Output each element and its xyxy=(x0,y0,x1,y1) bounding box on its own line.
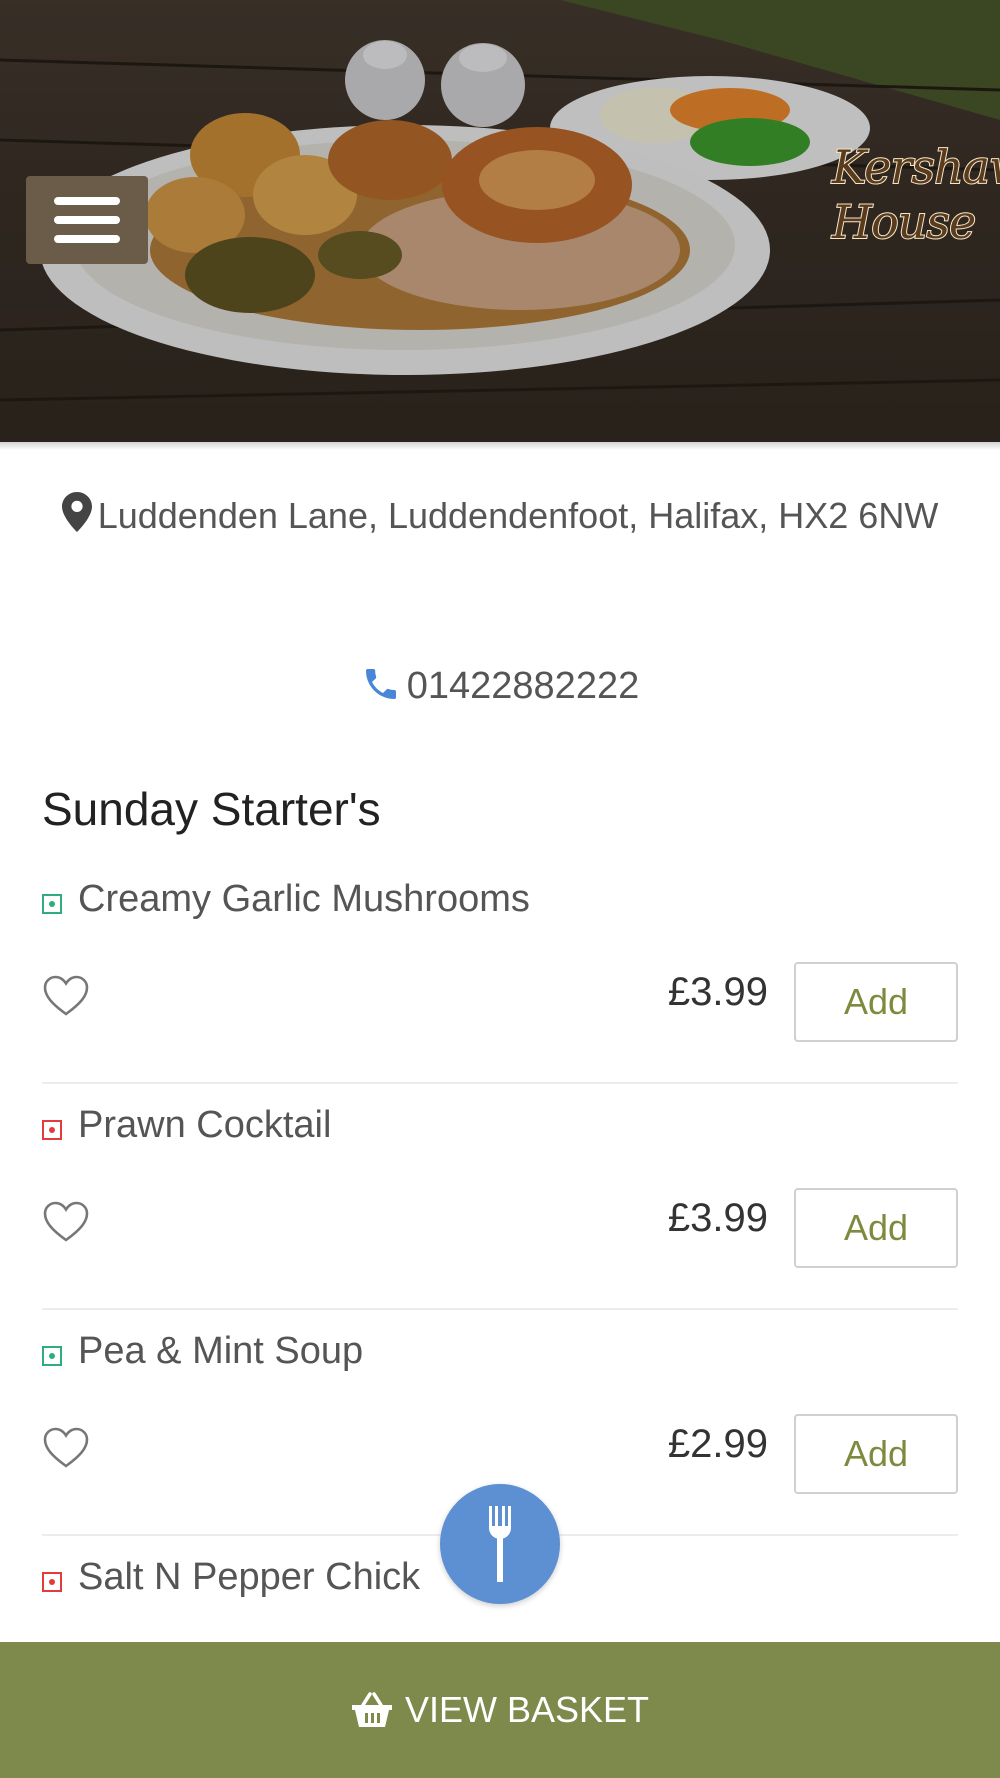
heart-icon[interactable] xyxy=(42,974,90,1018)
non-veg-indicator-icon xyxy=(42,1120,62,1140)
add-to-basket-button[interactable]: Add xyxy=(794,1414,958,1494)
hero-image: Kershaw House xyxy=(0,0,1000,442)
phone-icon xyxy=(365,669,396,699)
restaurant-address: Luddenden Lane, Luddendenfoot, Halifax, … xyxy=(40,488,960,544)
menu-section-title: Sunday Starter's xyxy=(42,783,381,835)
menu-item-price: £3.99 xyxy=(667,970,768,1014)
restaurant-phone[interactable]: 01422882222 xyxy=(0,664,1000,708)
hamburger-icon-bar xyxy=(54,235,120,243)
veg-indicator-icon xyxy=(42,1346,62,1366)
menu-item-price: £3.99 xyxy=(667,1196,768,1240)
add-to-basket-button[interactable]: Add xyxy=(794,962,958,1042)
menu-item-price: £2.99 xyxy=(667,1422,768,1466)
heart-icon[interactable] xyxy=(42,1200,90,1244)
veg-indicator-icon xyxy=(42,894,62,914)
add-to-basket-button[interactable]: Add xyxy=(794,1188,958,1268)
view-basket-button[interactable]: VIEW BASKET xyxy=(0,1642,1000,1778)
restaurant-logo[interactable]: Kershaw House xyxy=(831,139,1000,280)
non-veg-indicator-icon xyxy=(42,1572,62,1592)
hamburger-icon-bar xyxy=(54,216,120,224)
item-divider xyxy=(42,1082,958,1084)
heart-icon[interactable] xyxy=(42,1426,90,1470)
view-basket-label: VIEW BASKET xyxy=(404,1689,650,1730)
address-text: Luddenden Lane, Luddendenfoot, Halifax, … xyxy=(97,495,939,536)
basket-icon xyxy=(351,1692,392,1727)
menu-fab-button[interactable] xyxy=(440,1484,560,1604)
menu-item: Prawn Cocktail £3.99 Add xyxy=(42,1096,958,1322)
hero-shadow xyxy=(0,442,1000,450)
item-divider xyxy=(42,1308,958,1310)
menu-item-name: Pea & Mint Soup xyxy=(78,1330,364,1372)
menu-item-name: Salt N Pepper Chick xyxy=(78,1556,421,1598)
phone-number[interactable]: 01422882222 xyxy=(407,665,639,707)
fork-icon xyxy=(489,1506,511,1582)
menu-item-name: Prawn Cocktail xyxy=(78,1104,332,1146)
map-pin-icon xyxy=(61,492,92,532)
logo-line-2: House xyxy=(831,194,977,250)
logo-line-1: Kershaw xyxy=(831,139,1000,195)
hamburger-menu-button[interactable] xyxy=(26,176,148,264)
menu-item-name: Creamy Garlic Mushrooms xyxy=(78,878,530,920)
hamburger-icon-bar xyxy=(54,197,120,205)
menu-item: Creamy Garlic Mushrooms £3.99 Add xyxy=(42,870,958,1096)
